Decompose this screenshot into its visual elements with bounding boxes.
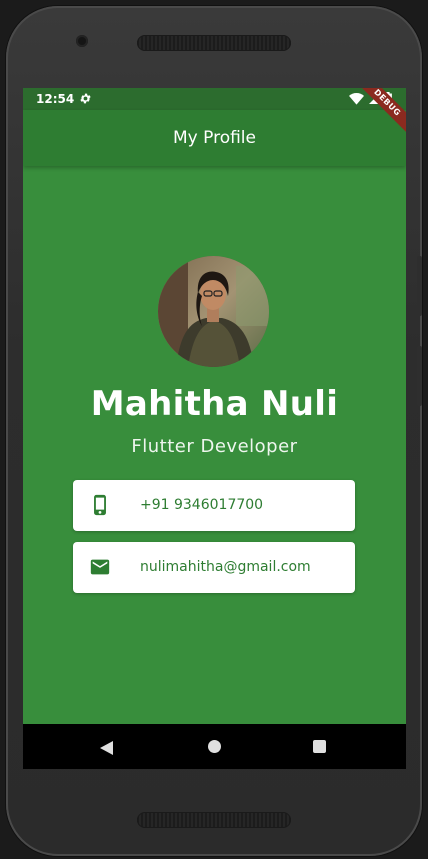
email-address: nulimahitha@gmail.com — [140, 559, 311, 575]
top-speaker-grill — [137, 35, 291, 51]
status-bar: 12:54 — [23, 88, 406, 110]
recents-square-icon[interactable] — [313, 740, 326, 753]
status-time: 12:54 — [36, 92, 75, 106]
smartphone-icon — [89, 494, 111, 516]
wifi-icon — [349, 93, 364, 105]
profile-name: Mahitha Nuli — [90, 384, 339, 424]
app-bar: My Profile — [23, 110, 406, 166]
phone-card[interactable]: +91 9346017700 — [73, 480, 355, 531]
page-title: My Profile — [173, 128, 256, 148]
email-icon — [89, 556, 111, 578]
profile-role: Flutter Developer — [131, 436, 298, 457]
gear-icon — [79, 92, 92, 108]
app-screen: 12:54 My Profile DEBUG Mahitha Nuli Flut… — [23, 88, 406, 769]
profile-avatar — [158, 256, 269, 367]
power-button — [417, 346, 422, 406]
email-card[interactable]: nulimahitha@gmail.com — [73, 542, 355, 593]
front-camera — [76, 35, 88, 47]
home-circle-icon[interactable] — [208, 740, 221, 753]
back-triangle-icon[interactable] — [100, 740, 114, 759]
bottom-speaker-grill — [137, 812, 291, 828]
volume-button — [417, 256, 422, 316]
system-nav-bar — [23, 724, 406, 769]
phone-number: +91 9346017700 — [140, 497, 264, 513]
